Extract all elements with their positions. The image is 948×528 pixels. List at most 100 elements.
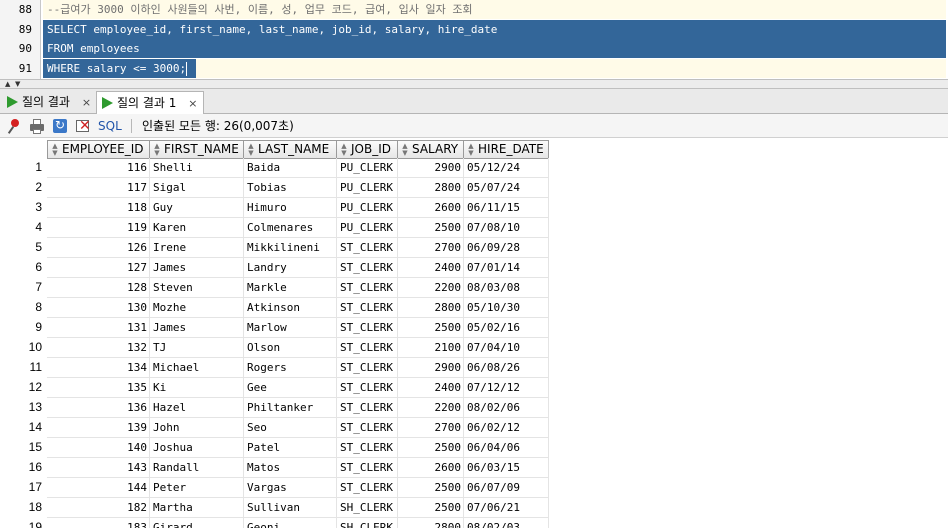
cell-employee-id[interactable]: 127 bbox=[47, 258, 150, 278]
tab-query-result[interactable]: 질의 결과 × bbox=[2, 91, 97, 114]
cell-salary[interactable]: 2900 bbox=[398, 158, 464, 178]
cell-employee-id[interactable]: 116 bbox=[47, 158, 150, 178]
sql-button[interactable]: SQL bbox=[98, 118, 122, 134]
table-row[interactable]: 9 131 James Marlow ST_CLERK 2500 05/02/16 bbox=[0, 318, 948, 338]
table-row[interactable]: 15 140 Joshua Patel ST_CLERK 2500 06/04/06 bbox=[0, 438, 948, 458]
cell-last-name[interactable]: Markle bbox=[244, 278, 337, 298]
row-number[interactable]: 7 bbox=[0, 278, 44, 297]
row-number[interactable]: 16 bbox=[0, 458, 44, 477]
cell-salary[interactable]: 2400 bbox=[398, 378, 464, 398]
cell-salary[interactable]: 2400 bbox=[398, 258, 464, 278]
table-row[interactable]: 1 116 Shelli Baida PU_CLERK 2900 05/12/24 bbox=[0, 158, 948, 178]
cell-first-name[interactable]: Peter bbox=[150, 478, 244, 498]
cell-employee-id[interactable]: 134 bbox=[47, 358, 150, 378]
column-header-last-name[interactable]: ▲ ▼ LAST_NAME bbox=[244, 140, 337, 159]
table-row[interactable]: 2 117 Sigal Tobias PU_CLERK 2800 05/07/24 bbox=[0, 178, 948, 198]
row-number[interactable]: 1 bbox=[0, 158, 44, 177]
cell-employee-id[interactable]: 139 bbox=[47, 418, 150, 438]
row-number[interactable]: 14 bbox=[0, 418, 44, 437]
cell-last-name[interactable]: Marlow bbox=[244, 318, 337, 338]
cell-last-name[interactable]: Colmenares bbox=[244, 218, 337, 238]
cell-hire-date[interactable]: 07/06/21 bbox=[464, 498, 549, 518]
cell-last-name[interactable]: Philtanker bbox=[244, 398, 337, 418]
code-line-select[interactable]: SELECT employee_id, first_name, last_nam… bbox=[43, 20, 946, 39]
cell-last-name[interactable]: Geoni bbox=[244, 518, 337, 528]
cell-employee-id[interactable]: 183 bbox=[47, 518, 150, 528]
cell-employee-id[interactable]: 144 bbox=[47, 478, 150, 498]
code-line-comment[interactable]: --급여가 3000 이하인 사원들의 사번, 이름, 성, 업무 코드, 급여… bbox=[43, 0, 946, 19]
row-number[interactable]: 13 bbox=[0, 398, 44, 417]
cell-salary[interactable]: 2500 bbox=[398, 218, 464, 238]
cell-hire-date[interactable]: 08/02/06 bbox=[464, 398, 549, 418]
cell-hire-date[interactable]: 06/04/06 bbox=[464, 438, 549, 458]
cell-first-name[interactable]: Hazel bbox=[150, 398, 244, 418]
table-row[interactable]: 17 144 Peter Vargas ST_CLERK 2500 06/07/09 bbox=[0, 478, 948, 498]
row-number[interactable]: 17 bbox=[0, 478, 44, 497]
table-row[interactable]: 4 119 Karen Colmenares PU_CLERK 2500 07/08/10 bbox=[0, 218, 948, 238]
cell-job-id[interactable]: PU_CLERK bbox=[337, 158, 398, 178]
cell-hire-date[interactable]: 06/07/09 bbox=[464, 478, 549, 498]
cell-hire-date[interactable]: 06/11/15 bbox=[464, 198, 549, 218]
cell-first-name[interactable]: Karen bbox=[150, 218, 244, 238]
cell-first-name[interactable]: John bbox=[150, 418, 244, 438]
table-row[interactable]: 12 135 Ki Gee ST_CLERK 2400 07/12/12 bbox=[0, 378, 948, 398]
cell-employee-id[interactable]: 131 bbox=[47, 318, 150, 338]
cell-salary[interactable]: 2900 bbox=[398, 358, 464, 378]
results-grid[interactable]: ▲ ▼ EMPLOYEE_ID ▲ ▼ FIRST_NAME ▲ ▼ LAST_NAME ▲… bbox=[0, 138, 948, 528]
row-number[interactable]: 15 bbox=[0, 438, 44, 457]
cell-job-id[interactable]: ST_CLERK bbox=[337, 458, 398, 478]
cell-employee-id[interactable]: 117 bbox=[47, 178, 150, 198]
cell-last-name[interactable]: Sullivan bbox=[244, 498, 337, 518]
row-number[interactable]: 19 bbox=[0, 518, 44, 528]
cell-hire-date[interactable]: 06/08/26 bbox=[464, 358, 549, 378]
column-header-hire-date[interactable]: ▲ ▼ HIRE_DATE bbox=[464, 140, 549, 159]
print-icon[interactable] bbox=[28, 117, 46, 135]
cell-job-id[interactable]: SH_CLERK bbox=[337, 518, 398, 528]
cell-employee-id[interactable]: 128 bbox=[47, 278, 150, 298]
cell-first-name[interactable]: Guy bbox=[150, 198, 244, 218]
row-number[interactable]: 4 bbox=[0, 218, 44, 237]
cell-job-id[interactable]: ST_CLERK bbox=[337, 398, 398, 418]
table-row[interactable]: 3 118 Guy Himuro PU_CLERK 2600 06/11/15 bbox=[0, 198, 948, 218]
cell-salary[interactable]: 2200 bbox=[398, 398, 464, 418]
cell-last-name[interactable]: Landry bbox=[244, 258, 337, 278]
cell-hire-date[interactable]: 08/02/03 bbox=[464, 518, 549, 528]
cell-first-name[interactable]: Steven bbox=[150, 278, 244, 298]
cell-salary[interactable]: 2600 bbox=[398, 198, 464, 218]
cell-employee-id[interactable]: 140 bbox=[47, 438, 150, 458]
column-header-job-id[interactable]: ▲ ▼ JOB_ID bbox=[337, 140, 398, 159]
cell-employee-id[interactable]: 119 bbox=[47, 218, 150, 238]
cell-job-id[interactable]: ST_CLERK bbox=[337, 238, 398, 258]
cell-last-name[interactable]: Tobias bbox=[244, 178, 337, 198]
cell-employee-id[interactable]: 130 bbox=[47, 298, 150, 318]
table-row[interactable]: 19 183 Girard Geoni SH_CLERK 2800 08/02/03 bbox=[0, 518, 948, 528]
row-number[interactable]: 2 bbox=[0, 178, 44, 197]
cell-salary[interactable]: 2500 bbox=[398, 498, 464, 518]
cell-employee-id[interactable]: 132 bbox=[47, 338, 150, 358]
cell-job-id[interactable]: ST_CLERK bbox=[337, 478, 398, 498]
row-number[interactable]: 18 bbox=[0, 498, 44, 517]
cell-hire-date[interactable]: 08/03/08 bbox=[464, 278, 549, 298]
row-number[interactable]: 8 bbox=[0, 298, 44, 317]
cell-job-id[interactable]: ST_CLERK bbox=[337, 298, 398, 318]
tab-query-result-1[interactable]: 질의 결과 1 × bbox=[96, 91, 205, 114]
cell-first-name[interactable]: Joshua bbox=[150, 438, 244, 458]
table-row[interactable]: 7 128 Steven Markle ST_CLERK 2200 08/03/08 bbox=[0, 278, 948, 298]
cell-salary[interactable]: 2800 bbox=[398, 518, 464, 528]
refresh-icon[interactable]: ↻ bbox=[51, 117, 69, 135]
table-row[interactable]: 11 134 Michael Rogers ST_CLERK 2900 06/08/26 bbox=[0, 358, 948, 378]
cell-job-id[interactable]: ST_CLERK bbox=[337, 258, 398, 278]
table-row[interactable]: 10 132 TJ Olson ST_CLERK 2100 07/04/10 bbox=[0, 338, 948, 358]
cell-first-name[interactable]: Michael bbox=[150, 358, 244, 378]
table-row[interactable]: 13 136 Hazel Philtanker ST_CLERK 2200 08/02/06 bbox=[0, 398, 948, 418]
cell-salary[interactable]: 2100 bbox=[398, 338, 464, 358]
code-line-where[interactable]: WHERE salary <= 3000; bbox=[43, 59, 196, 78]
column-header-employee-id[interactable]: ▲ ▼ EMPLOYEE_ID bbox=[47, 140, 150, 159]
cell-first-name[interactable]: Shelli bbox=[150, 158, 244, 178]
cell-first-name[interactable]: Irene bbox=[150, 238, 244, 258]
cell-job-id[interactable]: ST_CLERK bbox=[337, 378, 398, 398]
cell-salary[interactable]: 2200 bbox=[398, 278, 464, 298]
cell-employee-id[interactable]: 143 bbox=[47, 458, 150, 478]
cell-first-name[interactable]: Martha bbox=[150, 498, 244, 518]
cell-first-name[interactable]: Girard bbox=[150, 518, 244, 528]
